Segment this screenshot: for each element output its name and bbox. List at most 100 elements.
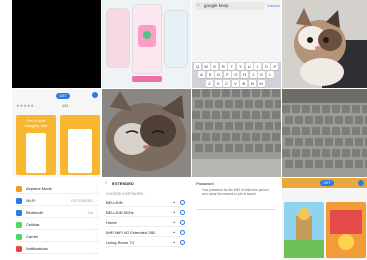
laptop-keyboard-photo-tile[interactable] xyxy=(192,89,281,177)
key-x[interactable]: X xyxy=(214,79,222,87)
laptop-key xyxy=(212,133,220,141)
settings-row[interactable]: Airplane Mode › xyxy=(14,184,99,194)
network-section-label: CHOOSE A NETWORK... xyxy=(106,192,146,196)
kitten-photo-tile[interactable] xyxy=(282,0,367,88)
lock-icon: 🔒︎ xyxy=(173,240,175,244)
get-button[interactable]: GET xyxy=(320,180,334,186)
app-store-screenshots-tile[interactable]: GET xyxy=(282,178,367,260)
settings-label: Cellular xyxy=(26,222,40,227)
key-e[interactable]: E xyxy=(211,63,219,70)
game-screenshot-right xyxy=(326,202,366,258)
key-l[interactable]: L xyxy=(266,71,274,79)
laptop-key xyxy=(315,116,323,124)
key-s[interactable]: S xyxy=(206,71,214,79)
key-j[interactable]: J xyxy=(249,71,257,79)
network-name: BELLKIN xyxy=(106,200,123,205)
network-row[interactable]: Home 🔒︎ xyxy=(106,218,187,227)
key-q[interactable]: Q xyxy=(194,63,201,70)
network-row[interactable]: WiFi MiFi 4G Extended 280 🔒︎ xyxy=(106,228,187,237)
info-icon[interactable] xyxy=(180,220,185,225)
settings-tile[interactable]: Airplane Mode › Wi-Fi EXTENDED › Bluetooth On ›… xyxy=(12,178,101,260)
black-tile[interactable] xyxy=(12,0,101,88)
key-w[interactable]: W xyxy=(202,63,210,70)
laptop-key xyxy=(222,133,230,141)
laptop-key xyxy=(312,127,320,135)
key-y[interactable]: Y xyxy=(237,63,244,70)
key-f[interactable]: F xyxy=(223,71,231,79)
search-bar[interactable]: ⌕ google keep xyxy=(195,2,265,10)
network-name: Living Room TV xyxy=(106,240,135,245)
lock-icon: 🔒︎ xyxy=(173,220,175,224)
laptop-key xyxy=(215,122,223,130)
key-p[interactable]: P xyxy=(271,63,279,70)
info-icon[interactable] xyxy=(180,210,185,215)
key-r[interactable]: R xyxy=(219,63,227,70)
key-h[interactable]: H xyxy=(241,71,248,79)
laptop-key xyxy=(225,144,233,152)
key-b[interactable]: B xyxy=(240,79,248,87)
key-c[interactable]: C xyxy=(223,79,231,87)
key-g[interactable]: G xyxy=(232,71,240,79)
key-v[interactable]: V xyxy=(231,79,239,87)
laptop-key xyxy=(282,127,290,135)
network-row[interactable]: BELLKIN 🔒︎ xyxy=(106,198,187,207)
search-keyboard-tile[interactable]: ⌕ google keep Cancel QWERTYUIOP ASDFGHJKL… xyxy=(192,0,281,88)
laptop-key xyxy=(202,89,210,97)
key-o[interactable]: O xyxy=(262,63,270,70)
cancel-button[interactable]: Cancel xyxy=(267,3,279,8)
info-icon[interactable] xyxy=(180,200,185,205)
key-z[interactable]: Z xyxy=(206,79,213,87)
key-i[interactable]: I xyxy=(254,63,262,70)
laptop-key xyxy=(295,138,303,146)
laptop-key xyxy=(332,105,340,113)
laptop-key xyxy=(305,160,313,168)
share-icon[interactable] xyxy=(92,92,98,98)
laptop-key xyxy=(255,100,263,108)
key-k[interactable]: K xyxy=(258,71,266,79)
chevron-right-icon: › xyxy=(95,210,97,215)
app-store-tile[interactable]: ★★★★★ 161 GET Get to your thoughts, fast xyxy=(12,89,101,177)
key-d[interactable]: D xyxy=(215,71,223,79)
key-a[interactable]: A xyxy=(198,71,205,79)
settings-value: On xyxy=(87,210,93,215)
settings-row[interactable]: Wi-Fi EXTENDED › xyxy=(14,196,99,206)
key-u[interactable]: U xyxy=(245,63,253,70)
laptop-keyboard-photo xyxy=(192,89,281,177)
laptop-key xyxy=(212,89,220,97)
settings-row[interactable]: Carrier › xyxy=(14,232,99,242)
settings-label: Carrier xyxy=(26,234,39,239)
settings-icon xyxy=(16,234,22,240)
get-button[interactable]: GET xyxy=(56,93,70,99)
kitten-closeup-tile[interactable] xyxy=(102,89,191,177)
wifi-header: EXTENDED xyxy=(112,181,134,186)
key-n[interactable]: N xyxy=(249,79,256,87)
laptop-key xyxy=(362,105,367,113)
app-screenshots-tile[interactable] xyxy=(102,0,191,88)
laptop-key xyxy=(272,111,280,119)
search-query[interactable]: google keep xyxy=(204,3,229,8)
password-prompt-tile[interactable]: Password Your password for the WiFi in w… xyxy=(192,178,281,260)
laptop-keyboard-photo-tile-2[interactable] xyxy=(282,89,367,177)
laptop-key xyxy=(345,160,353,168)
laptop-key xyxy=(342,105,350,113)
settings-label: Notifications xyxy=(26,246,48,251)
key-t[interactable]: T xyxy=(228,63,236,70)
laptop-key xyxy=(355,160,363,168)
laptop-key xyxy=(192,133,200,141)
key-m[interactable]: M xyxy=(257,79,265,87)
laptop-key xyxy=(265,122,273,130)
network-name: WiFi MiFi 4G Extended 280 xyxy=(106,230,155,235)
password-field[interactable] xyxy=(196,204,276,210)
network-row[interactable]: Living Room TV 🔒︎ xyxy=(106,238,187,247)
share-icon[interactable] xyxy=(358,180,364,186)
game-screenshot-left xyxy=(284,202,324,258)
back-chevron-icon[interactable]: ‹ xyxy=(105,180,107,186)
settings-row[interactable]: Cellular › xyxy=(14,220,99,230)
info-icon[interactable] xyxy=(180,230,185,235)
settings-row[interactable]: Notifications › xyxy=(14,244,99,254)
laptop-key xyxy=(242,89,250,97)
wifi-list-tile[interactable]: ‹ EXTENDED CHOOSE A NETWORK... BELLKIN 🔒︎… xyxy=(102,178,191,260)
settings-row[interactable]: Bluetooth On › xyxy=(14,208,99,218)
info-icon[interactable] xyxy=(180,240,185,245)
network-row[interactable]: BELLKIN 5GHz 🔒︎ xyxy=(106,208,187,217)
